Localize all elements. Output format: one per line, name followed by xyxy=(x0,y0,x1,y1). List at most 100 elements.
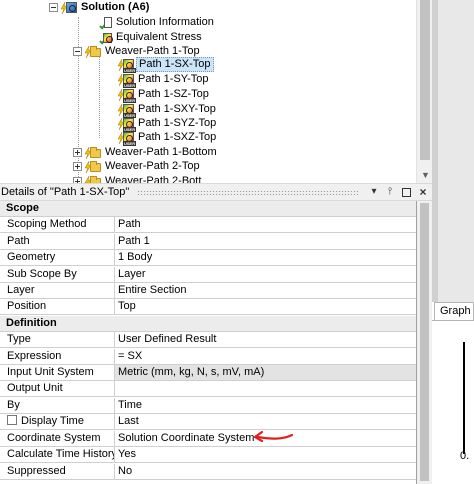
property-label: Sub Scope By xyxy=(0,267,115,282)
tree-item-equivalent-stress[interactable]: Equivalent Stress xyxy=(96,30,204,45)
property-value[interactable]: Last xyxy=(115,414,416,429)
tree-item-solution[interactable]: Solution (A6) xyxy=(49,0,151,15)
property-row-path[interactable]: Path Path 1 xyxy=(0,234,416,250)
solution-information-icon xyxy=(96,16,112,30)
tree-item-path-1-sx-top[interactable]: USER Path 1-SX-Top xyxy=(118,57,214,73)
user-defined-result-icon: USER xyxy=(118,58,137,73)
property-label: Layer xyxy=(0,283,115,298)
property-value[interactable]: 1 Body xyxy=(115,250,416,265)
tree-item-label: Equivalent Stress xyxy=(116,31,202,43)
property-label: By xyxy=(0,398,115,413)
tree-item-label: Weaver-Path 1-Bottom xyxy=(105,146,217,158)
property-row-type[interactable]: Type User Defined Result xyxy=(0,332,416,348)
folder-icon xyxy=(85,160,101,174)
collapse-toggle-icon[interactable] xyxy=(49,3,58,12)
property-label: Path xyxy=(0,234,115,249)
folder-icon xyxy=(85,45,101,59)
expand-toggle-icon[interactable] xyxy=(73,148,82,157)
tree-item-path-1-sz-top[interactable]: USER Path 1-SZ-Top xyxy=(118,87,211,103)
tree-item-solution-information[interactable]: Solution Information xyxy=(96,15,216,30)
property-value[interactable]: Path 1 xyxy=(115,234,416,249)
user-defined-result-icon: USER xyxy=(118,88,137,103)
tree-item-path-1-sxy-top[interactable]: USER Path 1-SXY-Top xyxy=(118,102,218,118)
property-value[interactable]: Yes xyxy=(115,447,416,462)
tree-item-label: Solution Information xyxy=(116,16,214,28)
property-row-scoping-method[interactable]: Scoping Method Path xyxy=(0,217,416,233)
property-label: Geometry xyxy=(0,250,115,265)
property-value[interactable]: Top xyxy=(115,299,416,314)
section-header-definition[interactable]: Definition xyxy=(0,316,416,332)
property-value[interactable]: = SX xyxy=(115,349,416,364)
property-row-position[interactable]: Position Top xyxy=(0,299,416,315)
tree-item-label: Path 1-SXZ-Top xyxy=(138,131,217,143)
tree-item-path-1-sy-top[interactable]: USER Path 1-SY-Top xyxy=(118,72,211,88)
tree-item-label: Path 1-SZ-Top xyxy=(138,88,209,100)
tree-item-weaver-path-1-bottom[interactable]: Weaver-Path 1-Bottom xyxy=(73,145,219,160)
property-row-expression[interactable]: Expression = SX xyxy=(0,349,416,365)
property-row-by[interactable]: By Time xyxy=(0,398,416,414)
tree-scrollbar-thumb[interactable] xyxy=(420,0,430,160)
tree-item-path-1-syz-top[interactable]: USER Path 1-SYZ-Top xyxy=(118,116,218,132)
property-row-suppressed[interactable]: Suppressed No xyxy=(0,464,416,480)
tree-item-label: Weaver-Path 2-Bott xyxy=(105,175,202,183)
property-value[interactable]: Time xyxy=(115,398,416,413)
solution-icon xyxy=(61,1,77,15)
panel-drag-grip[interactable] xyxy=(137,189,359,195)
display-time-checkbox[interactable] xyxy=(7,415,17,425)
property-row-output-unit[interactable]: Output Unit xyxy=(0,381,416,397)
property-value[interactable]: Metric (mm, kg, N, s, mV, mA) xyxy=(115,365,416,380)
annotation-arrow-icon xyxy=(253,430,294,443)
tree-item-path-1-sxz-top[interactable]: USER Path 1-SXZ-Top xyxy=(118,130,218,146)
folder-icon xyxy=(85,146,101,160)
property-label: Output Unit xyxy=(0,381,115,396)
tree-item-label: Path 1-SX-Top xyxy=(136,57,214,72)
property-label: Type xyxy=(0,332,115,347)
property-value[interactable]: User Defined Result xyxy=(115,332,416,347)
property-label: Scoping Method xyxy=(0,217,115,232)
user-defined-result-icon: USER xyxy=(118,73,137,88)
maximize-icon[interactable] xyxy=(402,187,411,197)
property-value[interactable] xyxy=(115,381,416,396)
checkmark-result-icon xyxy=(96,31,113,45)
details-scrollbar-thumb[interactable] xyxy=(420,203,429,481)
property-value[interactable]: Entire Section xyxy=(115,283,416,298)
property-label: Expression xyxy=(0,349,115,364)
property-label: Input Unit System xyxy=(0,365,115,380)
tree-item-weaver-path-2-top[interactable]: Weaver-Path 2-Top xyxy=(73,159,202,174)
property-value[interactable]: Path xyxy=(115,217,416,232)
geometry-view-area xyxy=(432,0,474,302)
tree-connector xyxy=(99,56,100,138)
property-row-coordinate-system[interactable]: Coordinate System Solution Coordinate Sy… xyxy=(0,431,416,447)
pushpin-icon[interactable]: ⫯ xyxy=(383,185,397,199)
expand-toggle-icon[interactable] xyxy=(73,162,82,171)
close-icon[interactable]: × xyxy=(416,185,430,199)
graph-tick-label: 0. xyxy=(460,450,470,462)
property-value[interactable]: Layer xyxy=(115,267,416,282)
section-header-scope[interactable]: Scope xyxy=(0,201,416,217)
splitter-bar[interactable] xyxy=(432,0,438,302)
section-label: Scope xyxy=(6,202,40,214)
tree-item-label: Solution (A6) xyxy=(81,1,150,13)
collapse-toggle-icon[interactable] xyxy=(73,47,82,56)
folder-icon xyxy=(85,175,101,183)
property-row-input-unit-system[interactable]: Input Unit System Metric (mm, kg, N, s, … xyxy=(0,365,416,381)
property-label: Suppressed xyxy=(0,464,115,479)
property-row-layer[interactable]: Layer Entire Section xyxy=(0,283,416,299)
property-row-display-time[interactable]: Display Time Last xyxy=(0,414,416,430)
details-property-grid: Scope Scoping Method Path Path Path 1 Ge… xyxy=(0,201,417,484)
tree-item-weaver-path-2-bottom[interactable]: Weaver-Path 2-Bott xyxy=(73,174,203,183)
details-panel-title: Details of "Path 1-SX-Top" xyxy=(1,186,130,198)
property-row-calculate-time-history[interactable]: Calculate Time History Yes xyxy=(0,447,416,463)
property-value[interactable]: No xyxy=(115,464,416,479)
property-row-geometry[interactable]: Geometry 1 Body xyxy=(0,250,416,266)
property-row-sub-scope-by[interactable]: Sub Scope By Layer xyxy=(0,267,416,283)
details-scrollbar[interactable] xyxy=(417,201,432,484)
property-label: Position xyxy=(0,299,115,314)
tree-item-label: Weaver-Path 2-Top xyxy=(105,160,200,172)
tree-scrollbar[interactable]: ▼ xyxy=(416,0,432,183)
tab-graph[interactable]: Graph xyxy=(434,302,474,320)
dropdown-arrow-icon[interactable]: ▾ xyxy=(367,185,381,199)
details-panel-header: Details of "Path 1-SX-Top" ▾ ⫯ × xyxy=(0,183,432,201)
outline-tree: Solution (A6) Solution Information Equiv… xyxy=(0,0,432,183)
scroll-down-arrow-icon[interactable]: ▼ xyxy=(421,171,430,180)
